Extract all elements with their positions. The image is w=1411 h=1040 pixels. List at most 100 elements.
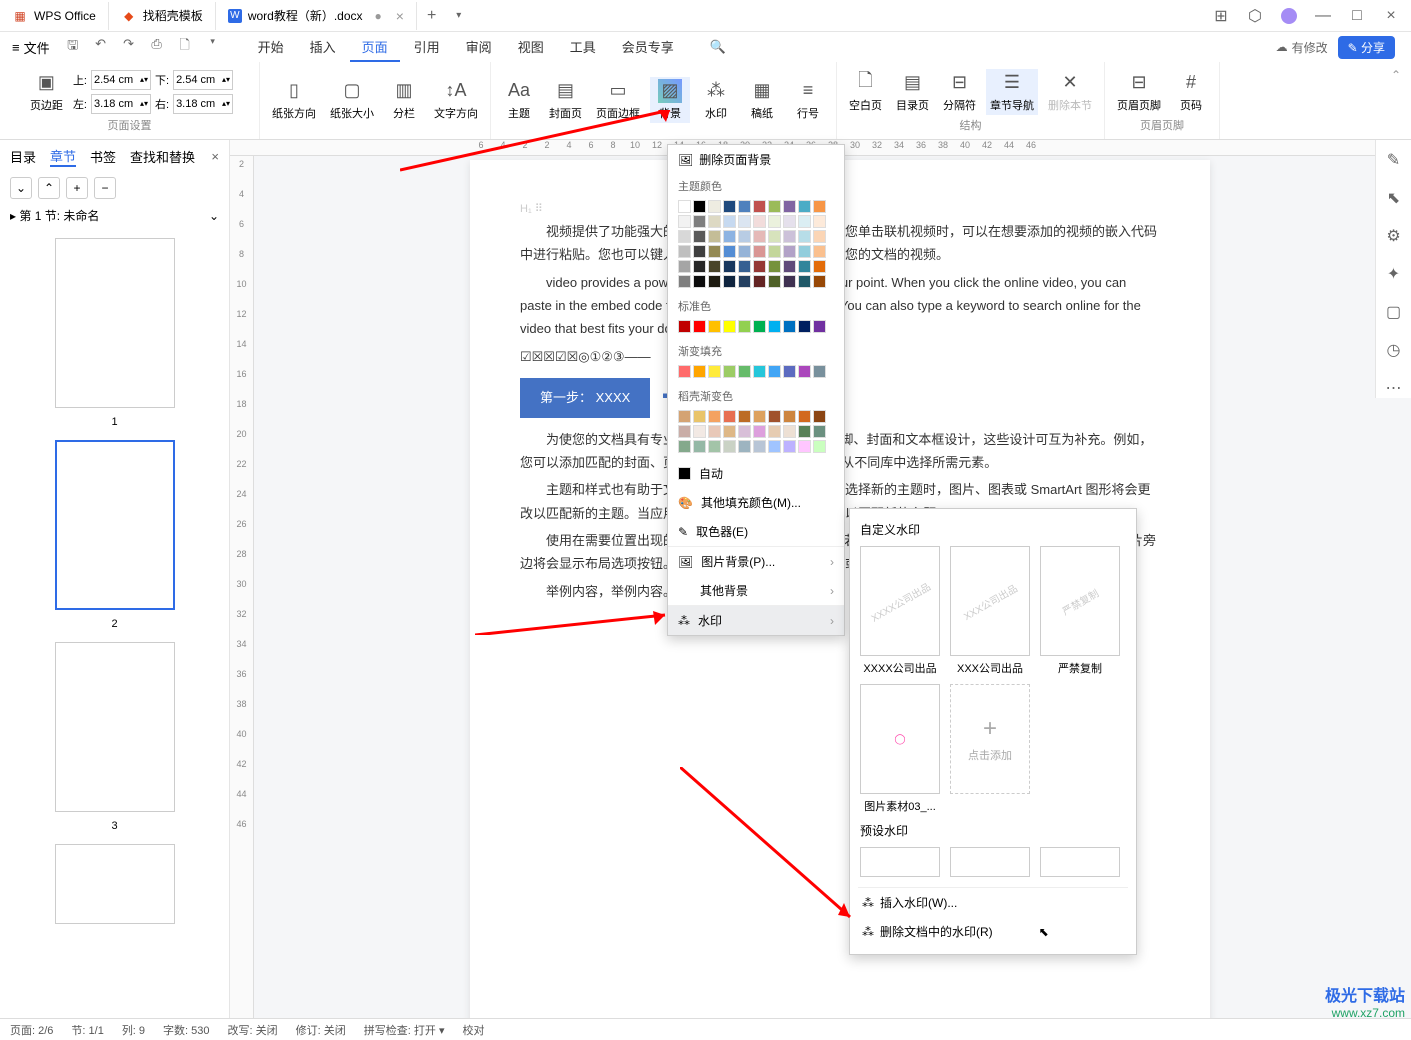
columns-button[interactable]: ▥分栏 bbox=[384, 77, 424, 123]
color-swatch[interactable] bbox=[813, 425, 826, 438]
color-swatch[interactable] bbox=[798, 440, 811, 453]
color-swatch[interactable] bbox=[693, 275, 706, 288]
color-swatch[interactable] bbox=[723, 320, 736, 333]
settings-icon[interactable]: ⚙ bbox=[1384, 226, 1404, 246]
color-swatch[interactable] bbox=[798, 425, 811, 438]
color-swatch[interactable] bbox=[768, 260, 781, 273]
color-swatch[interactable] bbox=[798, 365, 811, 378]
color-swatch[interactable] bbox=[768, 275, 781, 288]
tab-insert[interactable]: 插入 bbox=[298, 33, 348, 62]
lp-tab-find[interactable]: 查找和替换 bbox=[130, 147, 195, 166]
status-proof[interactable]: 校对 bbox=[462, 1022, 484, 1038]
color-swatch[interactable] bbox=[738, 440, 751, 453]
color-swatch[interactable] bbox=[678, 200, 691, 213]
color-swatch[interactable] bbox=[678, 425, 691, 438]
color-swatch[interactable] bbox=[798, 320, 811, 333]
color-swatch[interactable] bbox=[783, 365, 796, 378]
color-swatch[interactable] bbox=[768, 440, 781, 453]
watermark-menu-item[interactable]: ⁂ 水印› bbox=[668, 606, 844, 635]
text-direction-button[interactable]: ↕A文字方向 bbox=[430, 77, 482, 123]
color-swatch[interactable] bbox=[813, 275, 826, 288]
color-swatch[interactable] bbox=[768, 245, 781, 258]
color-swatch[interactable] bbox=[768, 200, 781, 213]
vertical-ruler[interactable]: 2468101214161820222426283032343638404244… bbox=[230, 156, 254, 1018]
watermark-preset-item[interactable] bbox=[950, 847, 1030, 877]
cover-button[interactable]: ▤封面页 bbox=[545, 77, 586, 123]
chevron-down-icon[interactable]: ⌄ bbox=[209, 209, 219, 223]
spinner-icon[interactable]: ▴▾ bbox=[140, 75, 148, 84]
color-swatch[interactable] bbox=[753, 230, 766, 243]
color-swatch[interactable] bbox=[783, 260, 796, 273]
eyedropper-item[interactable]: ✎ 取色器(E) bbox=[668, 517, 844, 546]
color-swatch[interactable] bbox=[768, 230, 781, 243]
paper-style-button[interactable]: ▦稿纸 bbox=[742, 77, 782, 123]
color-swatch[interactable] bbox=[798, 215, 811, 228]
status-column[interactable]: 列: 9 bbox=[122, 1022, 145, 1038]
color-swatch[interactable] bbox=[813, 200, 826, 213]
color-swatch[interactable] bbox=[798, 260, 811, 273]
cube-icon[interactable]: ⬡ bbox=[1247, 8, 1263, 24]
color-swatch[interactable] bbox=[723, 215, 736, 228]
color-swatch[interactable] bbox=[723, 275, 736, 288]
tab-wps-office[interactable]: ▦ WPS Office bbox=[0, 2, 109, 30]
color-swatch[interactable] bbox=[678, 275, 691, 288]
color-swatch[interactable] bbox=[723, 365, 736, 378]
color-swatch[interactable] bbox=[693, 365, 706, 378]
insert-watermark-item[interactable]: ⁂ 插入水印(W)... bbox=[858, 888, 1128, 917]
color-swatch[interactable] bbox=[738, 215, 751, 228]
tab-reference[interactable]: 引用 bbox=[402, 33, 452, 62]
redo-icon[interactable]: ↷ bbox=[120, 36, 138, 58]
color-swatch[interactable] bbox=[708, 230, 721, 243]
watermark-item[interactable]: XXX公司出品XXX公司出品 bbox=[950, 546, 1030, 676]
spinner-icon[interactable]: ▴▾ bbox=[222, 99, 230, 108]
close-icon[interactable]: × bbox=[396, 8, 404, 24]
color-swatch[interactable] bbox=[678, 230, 691, 243]
save-icon[interactable]: 🖫 bbox=[64, 36, 82, 58]
remove-section-button[interactable]: − bbox=[94, 177, 116, 199]
orientation-button[interactable]: ▯纸张方向 bbox=[268, 77, 320, 123]
color-swatch[interactable] bbox=[753, 260, 766, 273]
color-swatch[interactable] bbox=[693, 320, 706, 333]
color-swatch[interactable] bbox=[753, 200, 766, 213]
color-swatch[interactable] bbox=[813, 365, 826, 378]
theme-button[interactable]: Aa主题 bbox=[499, 77, 539, 123]
color-swatch[interactable] bbox=[813, 440, 826, 453]
undo-icon[interactable]: ↶ bbox=[92, 36, 110, 58]
color-swatch[interactable] bbox=[708, 260, 721, 273]
color-swatch[interactable] bbox=[708, 245, 721, 258]
color-swatch[interactable] bbox=[738, 365, 751, 378]
color-swatch[interactable] bbox=[738, 245, 751, 258]
color-swatch[interactable] bbox=[678, 215, 691, 228]
color-swatch[interactable] bbox=[768, 425, 781, 438]
tab-document[interactable]: W word教程（新）.docx ● × bbox=[216, 2, 417, 30]
color-swatch[interactable] bbox=[813, 320, 826, 333]
background-button[interactable]: ▨背景 bbox=[650, 77, 690, 123]
tab-menu-button[interactable]: ▾ bbox=[446, 10, 471, 21]
color-swatch[interactable] bbox=[768, 365, 781, 378]
color-swatch[interactable] bbox=[693, 260, 706, 273]
ribbon-collapse-icon[interactable]: ⌃ bbox=[1381, 62, 1411, 139]
toc-page-button[interactable]: ▤目录页 bbox=[892, 69, 933, 115]
spinner-icon[interactable]: ▴▾ bbox=[140, 99, 148, 108]
separator-button[interactable]: ⊟分隔符 bbox=[939, 69, 980, 115]
color-swatch[interactable] bbox=[738, 275, 751, 288]
add-watermark-button[interactable]: +点击添加 bbox=[950, 684, 1030, 814]
watermark-preset-item[interactable] bbox=[1040, 847, 1120, 877]
color-swatch[interactable] bbox=[813, 215, 826, 228]
color-swatch[interactable] bbox=[813, 245, 826, 258]
color-swatch[interactable] bbox=[678, 245, 691, 258]
color-swatch[interactable] bbox=[693, 440, 706, 453]
layout-icon[interactable]: ⊞ bbox=[1213, 8, 1229, 24]
color-swatch[interactable] bbox=[753, 245, 766, 258]
status-words[interactable]: 字数: 530 bbox=[163, 1022, 209, 1038]
color-swatch[interactable] bbox=[723, 245, 736, 258]
color-swatch[interactable] bbox=[693, 200, 706, 213]
maximize-icon[interactable]: □ bbox=[1349, 8, 1365, 24]
spinner-icon[interactable]: ▴▾ bbox=[222, 75, 230, 84]
watermark-preset-item[interactable] bbox=[860, 847, 940, 877]
page-thumbnail[interactable] bbox=[55, 440, 175, 610]
watermark-button[interactable]: ⁂水印 bbox=[696, 77, 736, 123]
search-icon[interactable]: 🔍 bbox=[710, 39, 726, 55]
color-swatch[interactable] bbox=[813, 410, 826, 423]
status-revise[interactable]: 修订: 关闭 bbox=[296, 1022, 346, 1038]
